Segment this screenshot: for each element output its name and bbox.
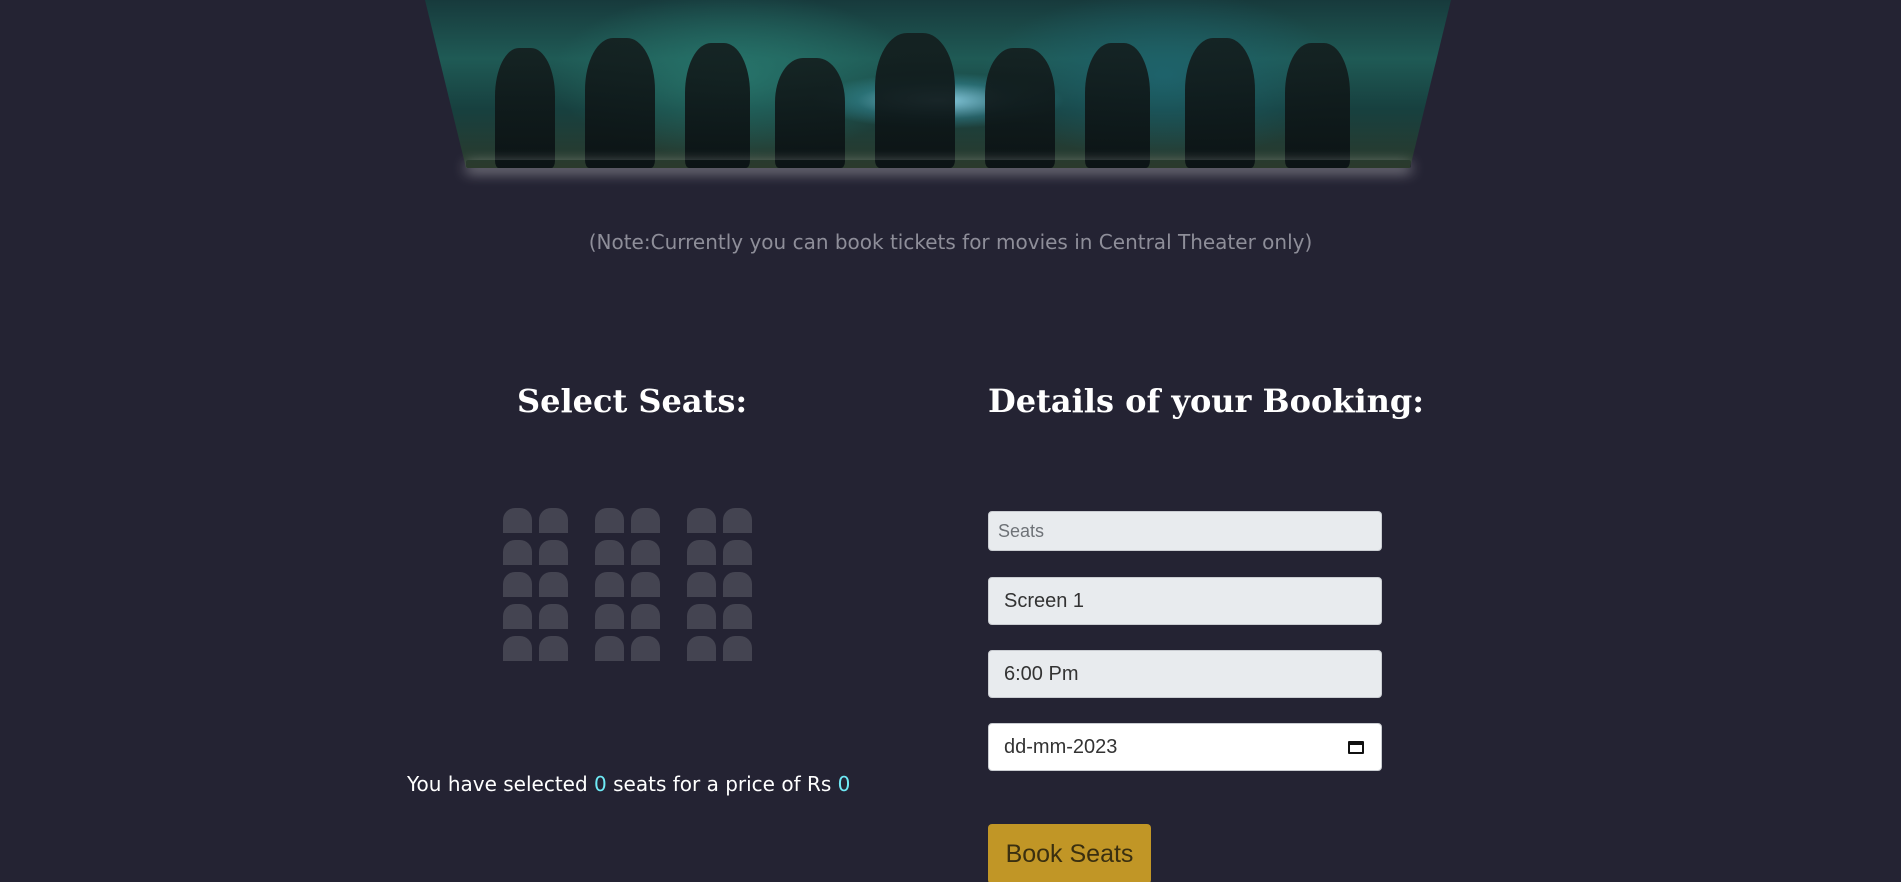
seat[interactable] (631, 572, 660, 597)
seat[interactable] (687, 604, 716, 629)
total-price: 0 (837, 772, 851, 796)
date-field-value: dd-mm-2023 (1004, 735, 1118, 758)
poster-figure (1085, 43, 1150, 168)
seat[interactable] (503, 636, 532, 661)
seat[interactable] (631, 636, 660, 661)
seat[interactable] (687, 636, 716, 661)
poster-figure (775, 58, 845, 168)
seat[interactable] (631, 540, 660, 565)
selected-count: 0 (594, 772, 607, 796)
seat[interactable] (539, 572, 568, 597)
seat[interactable] (503, 572, 532, 597)
seat[interactable] (595, 508, 624, 533)
book-seats-button[interactable]: Book Seats (988, 824, 1151, 882)
poster-figure (985, 48, 1055, 168)
seat[interactable] (723, 636, 752, 661)
screen-field[interactable] (988, 577, 1382, 625)
seat[interactable] (539, 636, 568, 661)
poster-figure (1185, 38, 1255, 168)
showtime-field[interactable] (988, 650, 1382, 698)
seat[interactable] (687, 508, 716, 533)
seat[interactable] (723, 604, 752, 629)
calendar-icon[interactable] (1348, 739, 1366, 756)
seat[interactable] (687, 572, 716, 597)
seats-input[interactable] (988, 511, 1382, 551)
poster-figure (875, 33, 955, 168)
seat[interactable] (503, 540, 532, 565)
theater-note: (Note:Currently you can book tickets for… (588, 230, 1313, 254)
poster-figure (1285, 43, 1350, 168)
seat[interactable] (595, 572, 624, 597)
seat[interactable] (503, 604, 532, 629)
seat[interactable] (723, 572, 752, 597)
seat[interactable] (687, 540, 716, 565)
summary-prefix: You have selected (407, 772, 595, 796)
selection-summary: You have selected 0 seats for a price of… (407, 772, 850, 796)
poster-figure (495, 48, 555, 168)
select-seats-heading: Select Seats: (517, 382, 748, 420)
seat[interactable] (595, 540, 624, 565)
seat[interactable] (595, 604, 624, 629)
seat[interactable] (631, 508, 660, 533)
movie-poster-image (425, 0, 1451, 168)
seat[interactable] (723, 508, 752, 533)
booking-page: (Note:Currently you can book tickets for… (0, 0, 1901, 882)
booking-details-heading: Details of your Booking: (988, 382, 1425, 420)
poster-figure (685, 43, 750, 168)
summary-middle: seats for a price of Rs (606, 772, 838, 796)
seat[interactable] (631, 604, 660, 629)
seat[interactable] (539, 508, 568, 533)
date-field[interactable]: dd-mm-2023 (988, 723, 1382, 771)
seat[interactable] (503, 508, 532, 533)
poster-figure (585, 38, 655, 168)
seat[interactable] (595, 636, 624, 661)
seat[interactable] (723, 540, 752, 565)
seat[interactable] (539, 540, 568, 565)
screen-glow (466, 160, 1411, 168)
seat[interactable] (539, 604, 568, 629)
